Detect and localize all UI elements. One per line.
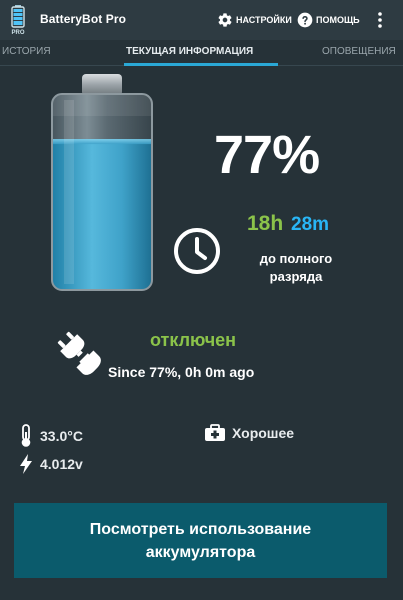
help-label: ПОМОЩЬ: [316, 15, 360, 25]
until-discharge-label: до полного разряда: [259, 251, 333, 284]
time-remaining: 18h 28m: [247, 212, 329, 236]
health-value: Хорошее: [232, 425, 295, 441]
charge-since: Since 77%, 0h 0m ago: [108, 364, 255, 380]
thermometer-icon: [21, 424, 31, 447]
tab-history[interactable]: ИСТОРИЯ: [2, 46, 51, 57]
health-stat: Хорошее: [204, 424, 294, 442]
hours-remaining: 18h: [247, 212, 284, 235]
battery-bot-icon: PRO: [11, 5, 25, 36]
settings-button[interactable]: НАСТРОЙКИ: [217, 10, 292, 30]
voltage-stat: 4.012v: [18, 453, 83, 475]
battery-cap: [82, 74, 122, 96]
settings-label: НАСТРОЙКИ: [236, 15, 292, 25]
temperature-stat: 33.0°C: [18, 424, 83, 448]
tab-selected-indicator: [124, 63, 278, 66]
clock-icon: [174, 228, 220, 274]
gear-icon: [218, 13, 232, 27]
action-bar: PRO BatteryBot Pro НАСТРОЙКИ ПОМОЩЬ: [0, 0, 403, 40]
tab-alerts[interactable]: ОПОВЕЩЕНИЯ: [322, 46, 396, 57]
voltage-value: 4.012v: [40, 456, 83, 472]
app-title: BatteryBot Pro: [40, 12, 127, 26]
view-battery-usage-button[interactable]: Посмотреть использование аккумулятора: [14, 503, 387, 578]
question-circle-icon: [297, 12, 313, 28]
first-aid-kit-icon: [205, 424, 225, 441]
battery-percent: 77%: [214, 125, 320, 185]
unplugged-icon: [57, 331, 101, 375]
battery-level-graphic: [51, 74, 153, 291]
temperature-value: 33.0°C: [40, 428, 83, 444]
lightning-bolt-icon: [20, 454, 32, 474]
help-button[interactable]: ПОМОЩЬ: [297, 10, 360, 30]
more-vert-icon[interactable]: [374, 10, 386, 30]
charge-status: отключен: [150, 330, 237, 350]
minutes-remaining: 28m: [291, 214, 330, 235]
app-icon-badge: PRO: [11, 30, 24, 36]
tab-current-info[interactable]: ТЕКУЩАЯ ИНФОРМАЦИЯ: [126, 46, 253, 57]
